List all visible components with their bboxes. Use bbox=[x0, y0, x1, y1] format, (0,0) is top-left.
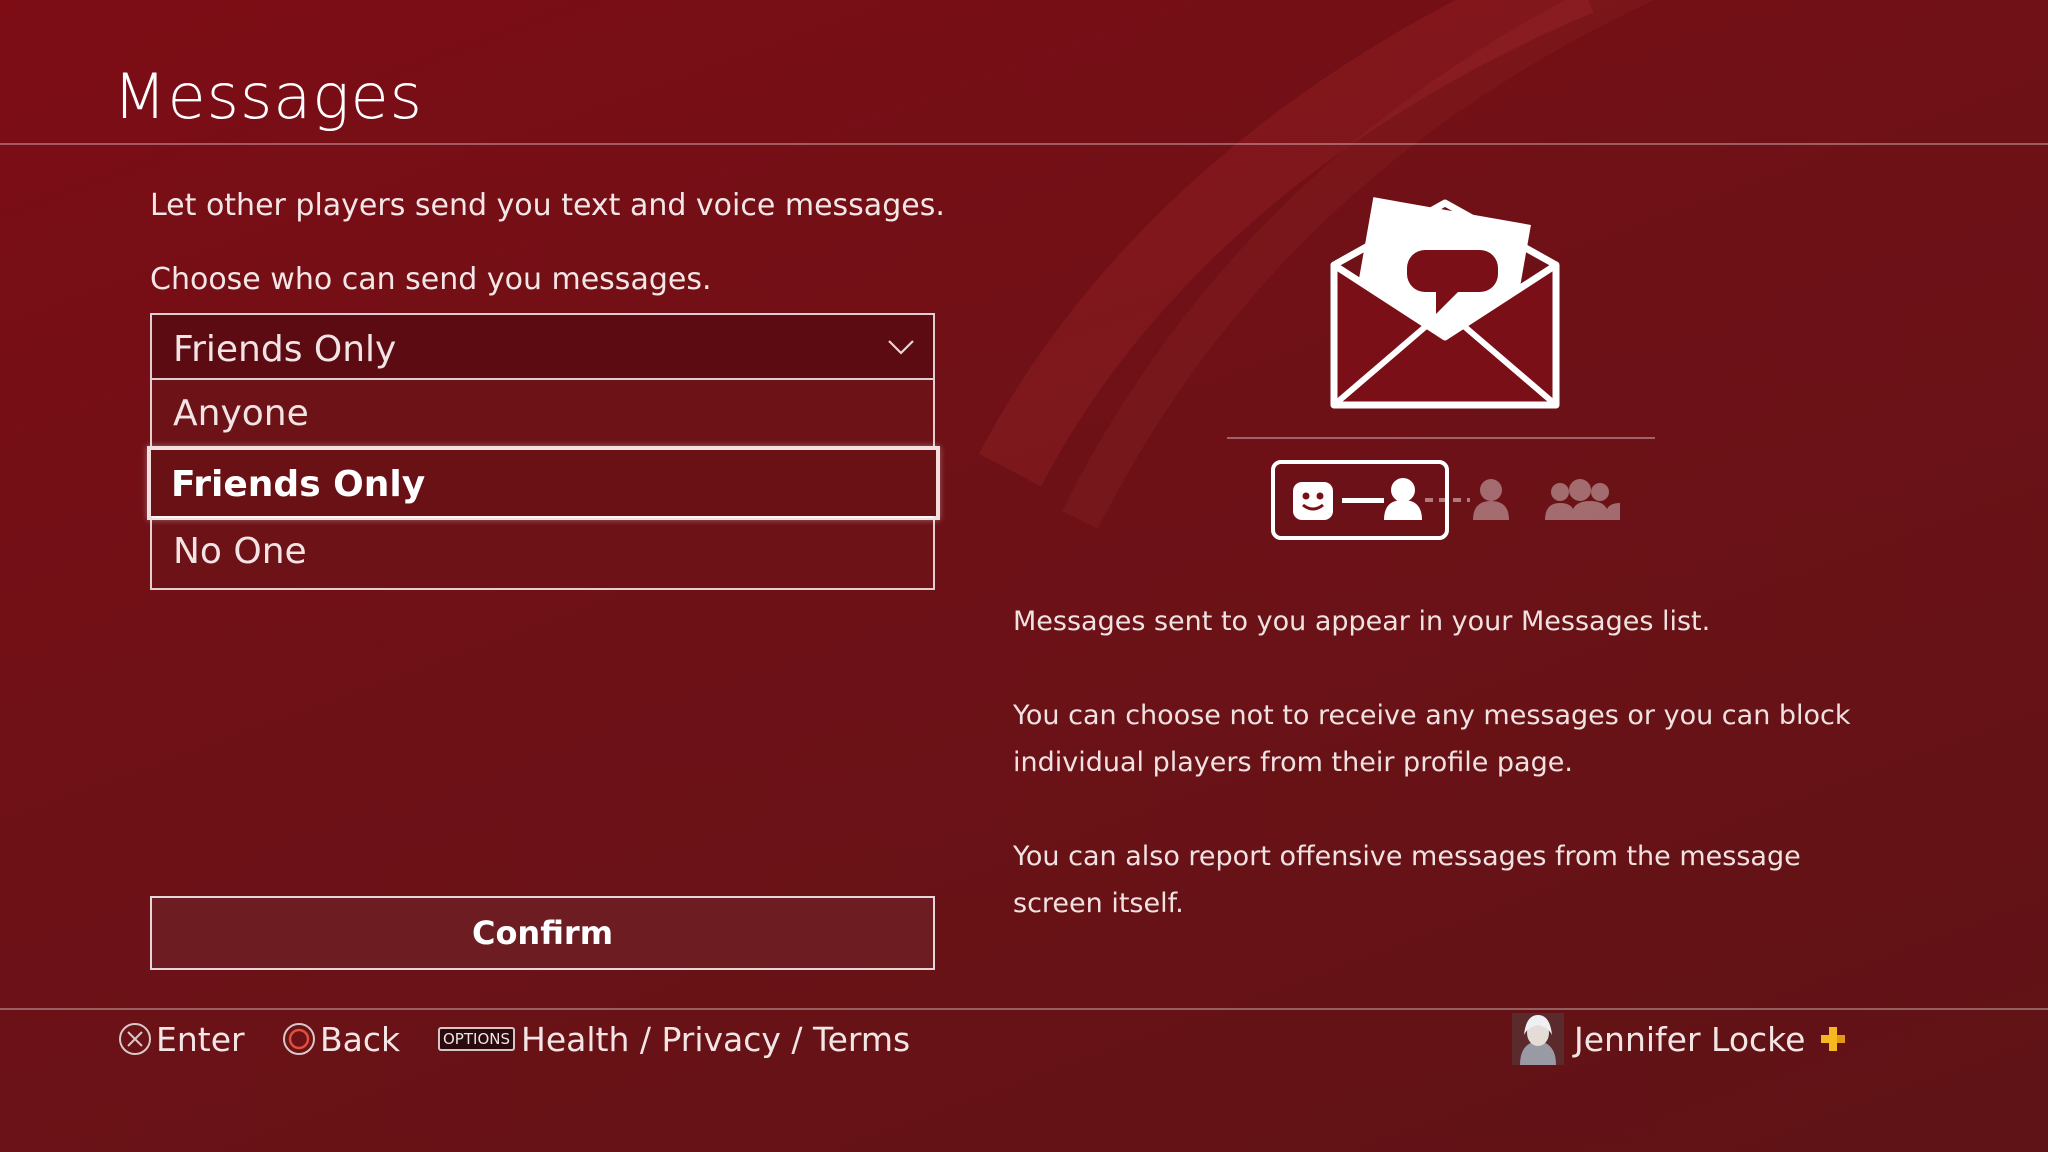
prompt-text: Choose who can send you messages. bbox=[150, 262, 712, 297]
footer-divider bbox=[0, 1008, 2048, 1010]
playstation-plus-icon bbox=[1821, 1027, 1846, 1051]
select-current-value: Friends Only bbox=[173, 329, 397, 370]
select-options-list: Anyone Friends Only No One bbox=[147, 380, 940, 590]
confirm-button[interactable]: Confirm bbox=[150, 896, 935, 970]
page-title: Messages bbox=[113, 60, 423, 133]
group-icon bbox=[1545, 479, 1620, 520]
person-icon bbox=[1473, 479, 1509, 520]
option-no-one[interactable]: No One bbox=[152, 516, 933, 584]
option-label: Anyone bbox=[173, 393, 309, 434]
avatar bbox=[1512, 1013, 1564, 1065]
envelope-chat-icon bbox=[1330, 197, 1560, 409]
back-label: Back bbox=[320, 1019, 401, 1059]
illustration-divider bbox=[1227, 437, 1655, 439]
info-description: You can choose not to receive any messag… bbox=[1013, 700, 1851, 778]
back-hint: Back bbox=[282, 1016, 400, 1062]
options-button-icon: OPTIONS bbox=[438, 1027, 515, 1051]
cross-button-icon bbox=[119, 1023, 151, 1055]
user-name: Jennifer Locke bbox=[1574, 1019, 1806, 1059]
privacy-scale-indicator bbox=[1271, 460, 1620, 540]
confirm-label: Confirm bbox=[471, 914, 614, 952]
friend-link-icon bbox=[1271, 460, 1470, 540]
enter-hint: Enter bbox=[118, 1016, 245, 1062]
option-label: No One bbox=[173, 531, 307, 572]
options-hint: OPTIONS Health / Privacy / Terms bbox=[438, 1016, 910, 1062]
message-privacy-select[interactable]: Friends Only bbox=[150, 313, 935, 380]
option-friends-only[interactable]: Friends Only bbox=[147, 446, 940, 520]
enter-label: Enter bbox=[156, 1019, 245, 1059]
option-anyone[interactable]: Anyone bbox=[152, 380, 933, 448]
chevron-down-icon bbox=[888, 340, 914, 355]
circle-button-icon bbox=[283, 1023, 315, 1055]
option-label: Friends Only bbox=[171, 464, 426, 505]
header-divider bbox=[0, 143, 2048, 145]
intro-text: Let other players send you text and voic… bbox=[150, 188, 945, 223]
options-label: Health / Privacy / Terms bbox=[521, 1019, 911, 1059]
info-description: Messages sent to you appear in your Mess… bbox=[1013, 606, 1711, 637]
user-profile: Jennifer Locke bbox=[1512, 1013, 1847, 1065]
info-description: You can also report offensive messages f… bbox=[1013, 841, 1801, 919]
